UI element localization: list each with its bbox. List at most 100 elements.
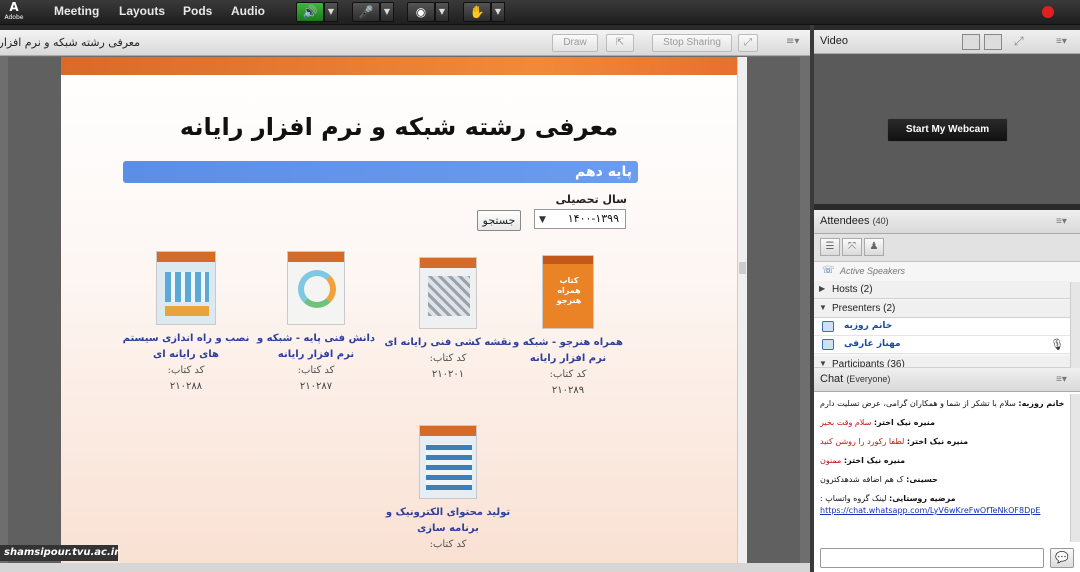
document-page[interactable]: معرفی رشته شبکه و نرم افزار رایانه پایه …	[61, 57, 737, 567]
participants-group-label: Participants (36)	[832, 359, 905, 368]
pod-options-menu-icon[interactable]: ≡▾	[1056, 36, 1067, 47]
chat-text: سلام وقت بخیر	[820, 418, 872, 427]
presenter-icon	[822, 321, 834, 332]
adobe-logo-icon: A	[9, 0, 19, 14]
chevron-down-icon: ▼	[819, 359, 827, 368]
book-cover-image	[287, 251, 345, 325]
fullscreen-icon[interactable]: ⤢	[1014, 34, 1024, 49]
fullscreen-icon: ⤢	[744, 37, 752, 48]
camera-options-caret[interactable]: ▼	[435, 2, 449, 22]
raise-hand-button[interactable]: ✋	[463, 2, 491, 22]
participants-group[interactable]: ▼ Participants (36)	[814, 356, 1070, 368]
menu-layouts[interactable]: Layouts	[119, 4, 165, 18]
chat-sender: خانم روزبه:	[1018, 399, 1065, 408]
book-cover-image: کتاب همراه هنرجو	[542, 255, 594, 329]
site-watermark: shamsipour.tvu.ac.ir	[0, 545, 119, 561]
academic-year-select[interactable]: ۱۴۰۰-۱۳۹۹ ▼	[534, 209, 626, 229]
hosts-group[interactable]: ▶ Hosts (2)	[814, 281, 1070, 299]
breakout-view-icon[interactable]: ⤧	[842, 238, 862, 256]
chat-input[interactable]	[820, 548, 1044, 568]
document-vertical-scrollbar[interactable]	[737, 57, 747, 567]
chat-message: مرضیه روستایی: لینک گروه واتساپ : https:…	[820, 493, 1066, 517]
speaker-options-caret[interactable]: ▼	[324, 2, 338, 22]
raise-hand-icon: ✋	[469, 5, 485, 19]
chat-messages: خانم روزبه: سلام با تشکر از شما و همکارا…	[814, 394, 1070, 538]
pod-options-menu-icon[interactable]: ≡▾	[1056, 374, 1067, 385]
share-pod: معرفی رشته شبکه و نرم افزار رایانه.pdf D…	[0, 30, 810, 572]
presenter-icon	[822, 339, 834, 350]
book-card[interactable]: دانش فنی پایه - شبکه و نرم افزار رایانه …	[251, 251, 381, 395]
stop-sharing-button[interactable]: Stop Sharing	[652, 34, 732, 52]
microphone-options-caret[interactable]: ▼	[380, 2, 394, 22]
sync-button[interactable]: ⇱	[606, 34, 634, 52]
book-cover-image	[419, 425, 477, 499]
chat-message: خانم روزبه: سلام با تشکر از شما و همکارا…	[820, 398, 1066, 410]
microphone-toggle-button[interactable]: 🎤	[352, 2, 380, 22]
book-cover-text: کتاب همراه هنرجو	[556, 276, 582, 305]
recording-indicator-icon[interactable]	[1042, 6, 1054, 18]
chat-pod-header: Chat (Everyone) ≡▾	[814, 368, 1080, 392]
status-view-icon[interactable]: ♟	[864, 238, 884, 256]
chat-scrollbar[interactable]	[1070, 394, 1080, 542]
whatsapp-group-link[interactable]: https://chat.whatsapp.com/LyV6wKreFwOfTe…	[820, 505, 1066, 517]
send-message-button[interactable]: 💬	[1050, 548, 1074, 568]
video-pod: Video ⤢ ≡▾ Start My Webcam	[814, 30, 1080, 204]
presenters-group[interactable]: ▼ Presenters (2)	[814, 300, 1070, 318]
microphone-muted-icon: 🎤	[358, 5, 374, 19]
book-code: ۲۱۰۲۸۸	[169, 381, 203, 392]
book-card[interactable]: نقشه کشی فنی رایانه ای کد کتاب: ۲۱۰۲۰۱	[383, 257, 513, 383]
book-card[interactable]: نصب و راه اندازی سیستم های رایانه ای کد …	[121, 251, 251, 395]
chat-scope: (Everyone)	[846, 374, 891, 384]
academic-year-value: ۱۴۰۰-۱۳۹۹	[567, 212, 619, 225]
pod-options-menu-icon[interactable]: ≡▾	[1056, 216, 1067, 227]
attendees-pod-title: Attendees	[820, 215, 870, 227]
book-title: نقشه کشی فنی رایانه ای	[384, 337, 512, 348]
search-button[interactable]: جستجو	[477, 210, 521, 231]
chat-text: ک هم اضافه شدهدکترون	[820, 475, 904, 484]
share-pod-header: معرفی رشته شبکه و نرم افزار رایانه.pdf D…	[0, 30, 810, 56]
book-card[interactable]: تولید محتوای الکترونیک و برنامه سازی کد …	[383, 425, 513, 553]
list-view-icon[interactable]: ☰	[820, 238, 840, 256]
presenter-item[interactable]: مهناز عارفی 🎙	[814, 336, 1070, 354]
attendees-scrollbar[interactable]	[1070, 282, 1080, 368]
grid-view-icon[interactable]	[962, 34, 980, 50]
webcam-icon: ◉	[415, 5, 427, 19]
fullscreen-button[interactable]: ⤢	[738, 34, 758, 52]
attendees-pod: Attendees (40) ≡▾ ☰ ⤧ ♟ Active Speakers …	[814, 210, 1080, 368]
pod-options-menu-icon[interactable]: ≡▾	[786, 36, 799, 47]
chat-message: حسینی: ک هم اضافه شدهدکترون	[820, 474, 1066, 486]
menu-audio[interactable]: Audio	[231, 4, 265, 18]
video-pod-header: Video ⤢ ≡▾	[814, 30, 1080, 54]
book-title: نصب و راه اندازی سیستم های رایانه ای	[122, 333, 250, 360]
presenter-item[interactable]: خانم روزبه	[814, 318, 1070, 336]
chat-message: منیره نیک اختر: ممنون	[820, 455, 1066, 467]
chat-sender: حسینی:	[906, 475, 938, 484]
filmstrip-view-icon[interactable]	[984, 34, 1002, 50]
grade-banner: پایه دهم	[123, 161, 638, 183]
book-card[interactable]: کتاب همراه هنرجو همراه هنرجو - شبکه و نر…	[503, 255, 633, 399]
book-code: ۲۱۰۲۸۹	[551, 385, 585, 396]
presenters-group-label: Presenters (2)	[832, 303, 896, 314]
start-webcam-button[interactable]: Start My Webcam	[887, 118, 1008, 142]
chat-message: منیره نیک اختر: لطفا رکورد را روشن کنید	[820, 436, 1066, 448]
book-title: تولید محتوای الکترونیک و برنامه سازی	[385, 507, 511, 534]
book-code-label: کد کتاب:	[167, 365, 205, 376]
microphone-icon: 🎙	[1050, 338, 1064, 351]
chat-text: ممنون	[820, 456, 842, 465]
attendees-count: (40)	[872, 216, 889, 226]
sync-icon: ⇱	[615, 37, 625, 48]
draw-button[interactable]: Draw	[552, 34, 598, 52]
camera-toggle-button[interactable]: ◉	[407, 2, 435, 22]
hosts-group-label: Hosts (2)	[832, 284, 873, 295]
phone-icon: ☏	[822, 265, 835, 276]
chevron-right-icon: ▶	[819, 284, 826, 293]
book-title: دانش فنی پایه - شبکه و نرم افزار رایانه	[256, 333, 376, 360]
book-code-label: کد کتاب:	[549, 369, 587, 380]
status-options-caret[interactable]: ▼	[491, 2, 505, 22]
menu-meeting[interactable]: Meeting	[54, 4, 99, 18]
chevron-down-icon: ▼	[539, 215, 546, 225]
book-code-label: کد کتاب:	[429, 539, 467, 550]
speech-bubble-icon: 💬	[1055, 551, 1069, 564]
menu-pods[interactable]: Pods	[183, 4, 212, 18]
speaker-toggle-button[interactable]: 🔊	[296, 2, 324, 22]
